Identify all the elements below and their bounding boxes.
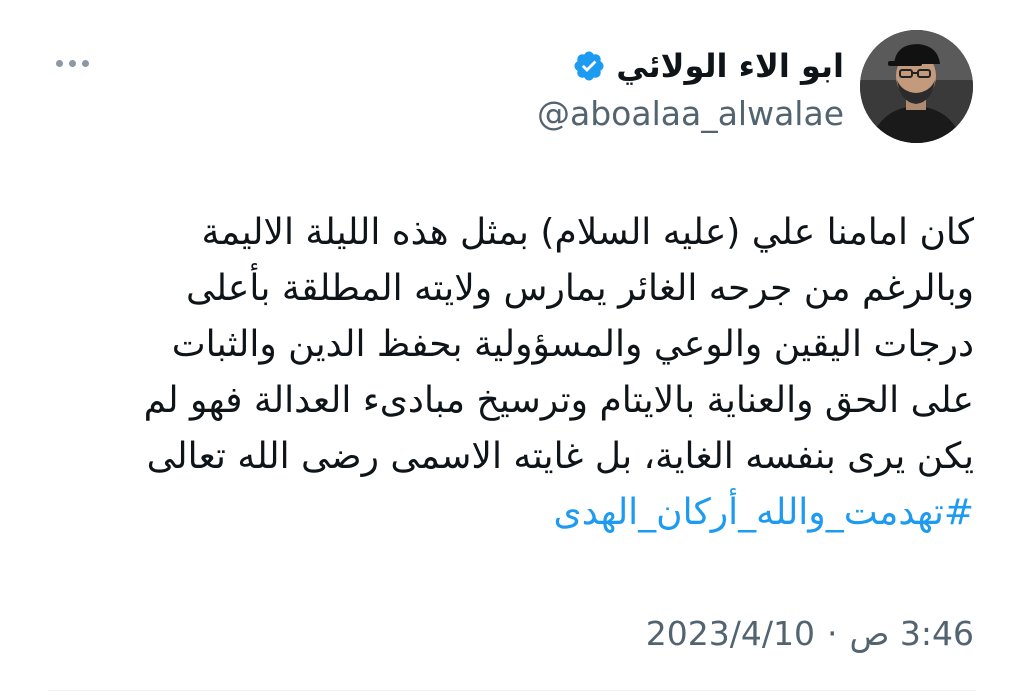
divider [48,690,976,691]
more-horizontal-icon [68,59,76,67]
tweet-time: 3:46 ص [849,614,975,653]
more-options-button[interactable] [48,48,96,78]
more-horizontal-icon [81,59,89,67]
tweet-line: يكن يرى بنفسه الغاية، بل غايته الاسمى رض… [146,436,974,477]
name-row: ابو الاء الولائي [537,44,844,88]
tweet-line: على الحق والعناية بالايتام وترسيخ مبادىء… [143,380,974,421]
avatar[interactable] [860,30,973,143]
tweet-date: 2023/4/10 [645,614,815,653]
meta-separator: · [827,614,838,653]
tweet-card: ابو الاء الولائي @aboalaa_alwalae كان ام… [0,0,1024,695]
tweet-line: وبالرغم من جرحه الغائر يمارس ولايته المط… [185,268,974,309]
tweet-line: كان امامنا علي (عليه السلام) بمثل هذه ال… [201,212,974,253]
more-horizontal-icon [55,59,63,67]
tweet-line: درجات اليقين والوعي والمسؤولية بحفظ الدي… [171,324,974,365]
author-block: ابو الاء الولائي @aboalaa_alwalae [537,44,844,136]
tweet-timestamp[interactable]: 3:46 ص · 2023/4/10 [646,612,974,656]
display-name[interactable]: ابو الاء الولائي [616,44,844,88]
verified-badge-icon[interactable] [572,49,606,83]
hashtag-link[interactable]: #تهدمت_والله_أركان_الهدى [554,485,974,541]
user-handle[interactable]: @aboalaa_alwalae [537,92,844,136]
tweet-text: كان امامنا علي (عليه السلام) بمثل هذه ال… [44,205,974,541]
avatar-photo-icon [860,30,973,143]
